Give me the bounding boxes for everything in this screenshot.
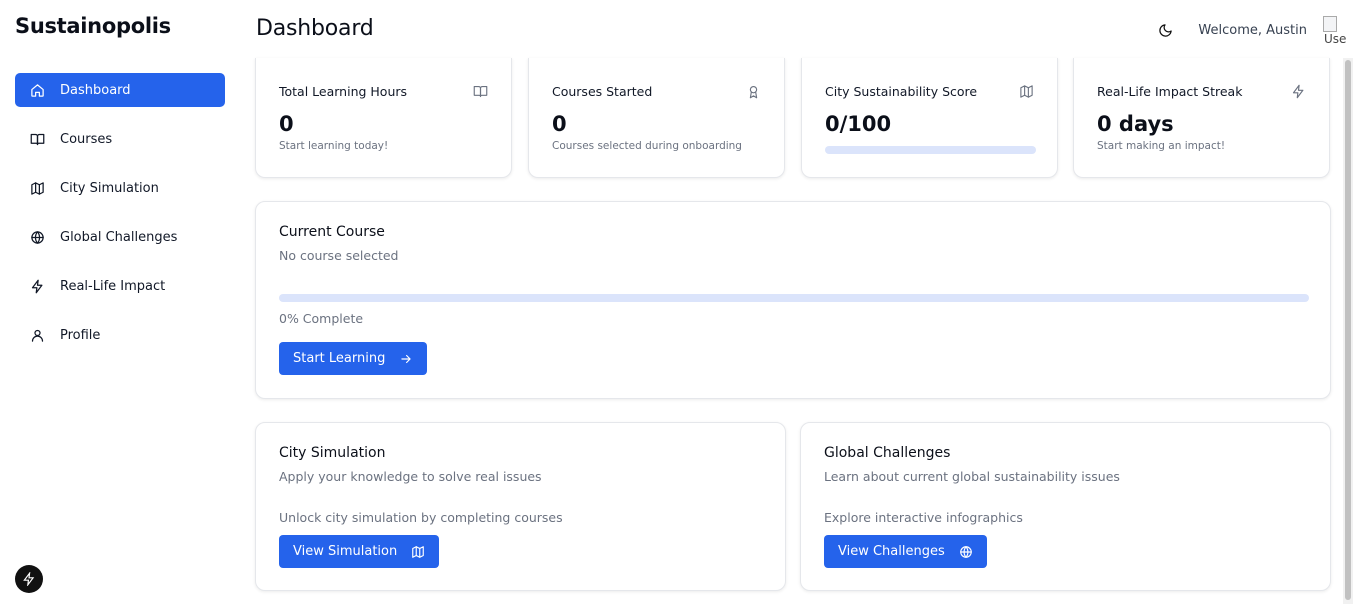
stat-subtext: Courses selected during onboarding [552, 140, 742, 152]
stat-label: Real-Life Impact Streak [1097, 84, 1243, 99]
sidebar-item-courses[interactable]: Courses [15, 122, 225, 156]
header-actions: Welcome, Austin Use [1154, 14, 1353, 46]
card-title: City Simulation [279, 445, 386, 461]
stat-subtext: Start making an impact! [1097, 140, 1226, 152]
stat-value: 0 [279, 112, 294, 136]
card-subtitle: Apply your knowledge to solve real issue… [279, 469, 542, 484]
city-simulation-card: City Simulation Apply your knowledge to … [255, 422, 786, 591]
globe-icon [29, 229, 45, 245]
stat-value: 0 days [1097, 112, 1174, 136]
card-subtitle: No course selected [279, 248, 399, 263]
map-icon [412, 545, 425, 558]
sidebar-item-label: Global Challenges [60, 229, 178, 245]
view-simulation-button[interactable]: View Simulation [279, 535, 440, 568]
arrow-right-icon [401, 354, 411, 363]
sidebar-item-label: Real-Life Impact [60, 278, 166, 294]
theme-toggle-button[interactable] [1154, 19, 1176, 41]
current-course-card: Current Course No course selected 0% Com… [255, 201, 1331, 399]
broken-image-icon [1323, 16, 1337, 32]
globe-icon [959, 545, 972, 558]
map-icon [1019, 84, 1035, 100]
zap-icon [1291, 84, 1307, 100]
stat-value: 0 [552, 112, 567, 136]
avatar[interactable]: Use [1321, 14, 1353, 46]
stat-label: Courses Started [552, 84, 653, 99]
brand-logo[interactable]: Sustainopolis [15, 14, 171, 38]
user-icon [29, 327, 45, 343]
map-icon [29, 180, 45, 196]
sidebar-item-dashboard[interactable]: Dashboard [15, 73, 225, 107]
main-scrollbar[interactable] [1343, 58, 1353, 604]
course-progress-bar [279, 294, 1309, 302]
stat-label: Total Learning Hours [279, 84, 408, 99]
card-title: Current Course [279, 224, 385, 240]
app-root: Sustainopolis Dashboard Courses City Sim… [0, 0, 1353, 604]
sidebar-item-city-simulation[interactable]: City Simulation [15, 171, 225, 205]
view-challenges-button[interactable]: View Challenges [824, 535, 987, 568]
sidebar-item-label: Profile [60, 327, 101, 343]
award-icon [746, 84, 762, 100]
button-label: View Challenges [838, 544, 945, 559]
book-icon [473, 84, 489, 100]
page-title: Dashboard [256, 16, 374, 41]
sidebar-item-global-challenges[interactable]: Global Challenges [15, 220, 225, 254]
sidebar-item-label: Dashboard [60, 82, 131, 98]
moon-icon [1159, 23, 1172, 37]
avatar-alt-text: Use [1324, 32, 1347, 46]
sidebar-item-label: City Simulation [60, 180, 159, 196]
stat-card-learning-hours: Total Learning Hours 0 Start learning to… [255, 58, 512, 178]
card-description: Unlock city simulation by completing cou… [279, 510, 563, 525]
card-subtitle: Learn about current global sustainabilit… [824, 469, 1120, 484]
card-description: Explore interactive infographics [824, 510, 1023, 525]
sidebar-nav: Dashboard Courses City Simulation Global… [15, 73, 225, 367]
stat-card-sustainability-score: City Sustainability Score 0/100 [801, 58, 1058, 178]
zap-icon [23, 572, 35, 586]
button-label: View Simulation [293, 544, 398, 559]
home-icon [29, 82, 45, 98]
stat-label: City Sustainability Score [825, 84, 978, 99]
scrollbar-thumb[interactable] [1345, 60, 1351, 600]
progress-label: 0% Complete [279, 311, 364, 326]
stat-value: 0/100 [825, 112, 892, 136]
stat-card-impact-streak: Real-Life Impact Streak 0 days Start mak… [1073, 58, 1330, 178]
stat-card-courses-started: Courses Started 0 Courses selected durin… [528, 58, 785, 178]
stat-subtext: Start learning today! [279, 140, 389, 152]
welcome-text: Welcome, Austin [1198, 22, 1307, 38]
zap-icon [29, 278, 45, 294]
card-title: Global Challenges [824, 445, 951, 461]
global-challenges-card: Global Challenges Learn about current gl… [800, 422, 1331, 591]
sidebar-item-real-life-impact[interactable]: Real-Life Impact [15, 269, 225, 303]
dev-tools-button[interactable] [15, 565, 43, 593]
sidebar-item-profile[interactable]: Profile [15, 318, 225, 352]
book-icon [29, 131, 45, 147]
sidebar: Sustainopolis Dashboard Courses City Sim… [0, 0, 240, 604]
sidebar-item-label: Courses [60, 131, 113, 147]
button-label: Start Learning [293, 351, 386, 366]
score-progress-bar [825, 146, 1036, 154]
start-learning-button[interactable]: Start Learning [279, 342, 428, 375]
